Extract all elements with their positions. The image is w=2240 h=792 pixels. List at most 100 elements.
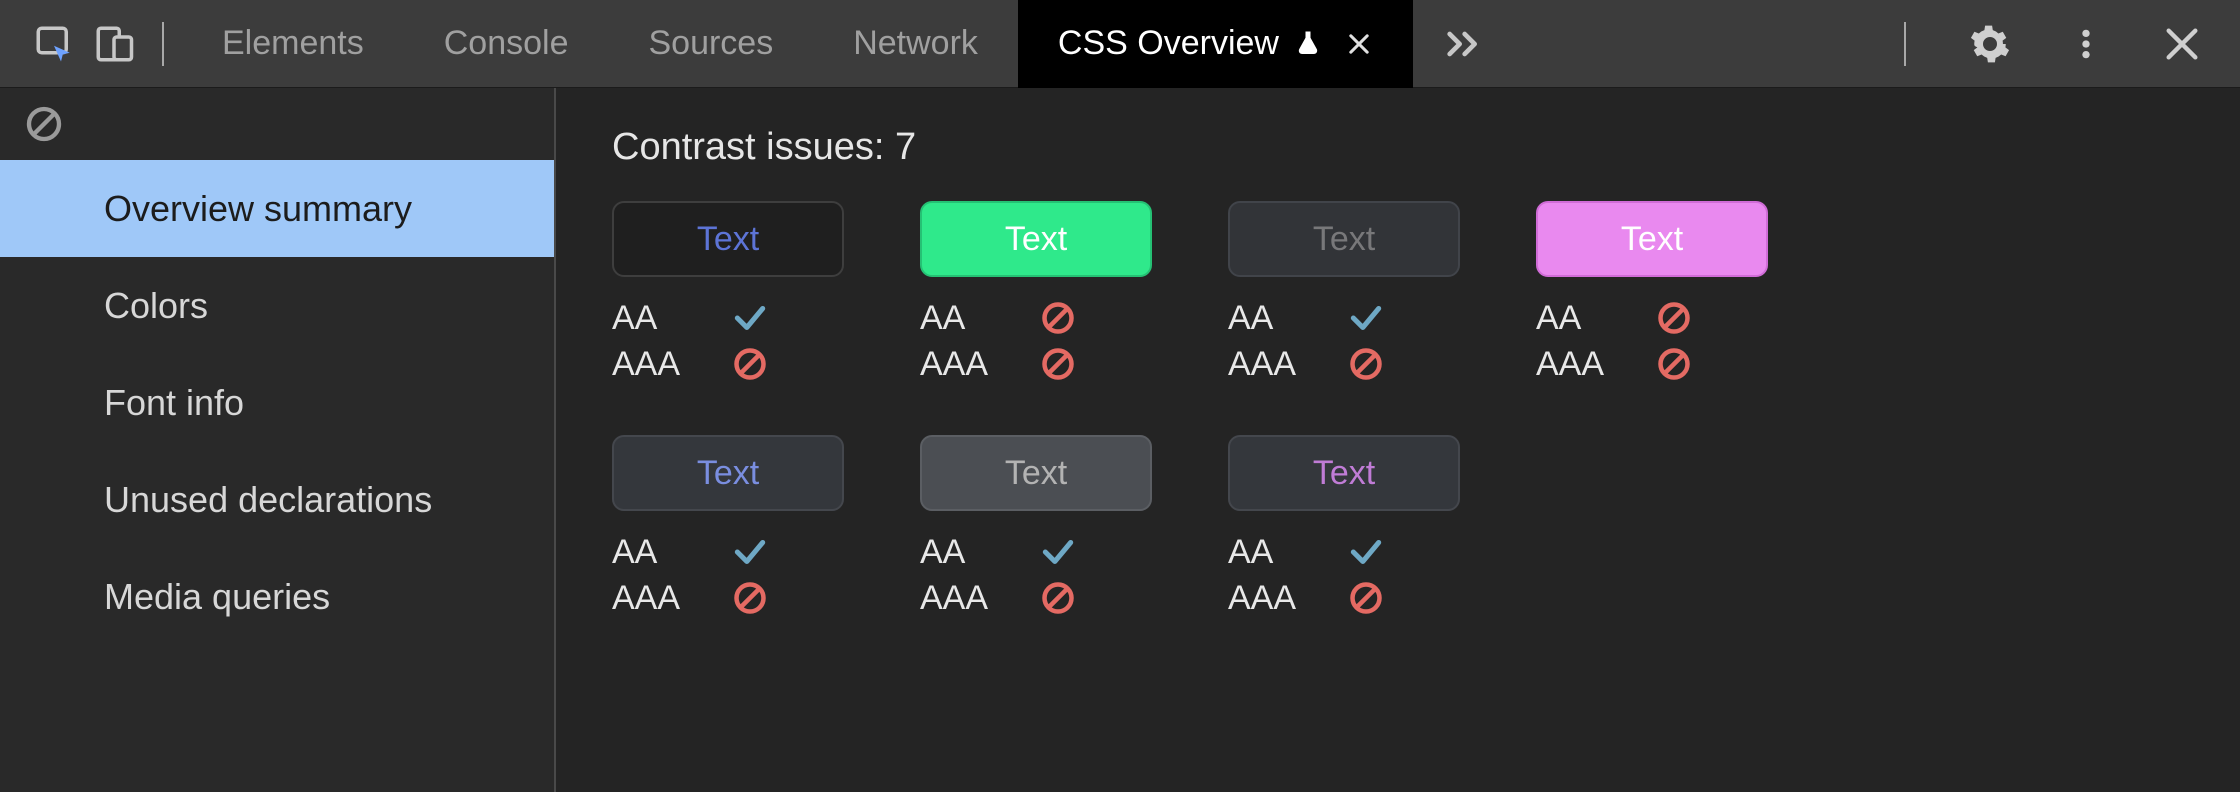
tab-label: Sources	[648, 24, 773, 63]
sidebar-item-media-queries[interactable]: Media queries	[0, 548, 554, 645]
rating-row-aa: AA	[1228, 295, 1476, 341]
ratings: AAAAA	[1228, 295, 1476, 387]
rating-label: AA	[1228, 533, 1316, 572]
rating-row-aaa: AAA	[1536, 341, 1784, 387]
swatch-text: Text	[1005, 454, 1067, 493]
rating-row-aaa: AAA	[1228, 341, 1476, 387]
rating-label: AAA	[1536, 345, 1624, 384]
rating-label: AAA	[920, 345, 1008, 384]
inspect-element-icon[interactable]	[24, 14, 84, 74]
contrast-tile: TextAAAAA	[1228, 435, 1476, 621]
sidebar-item-overview-summary[interactable]: Overview summary	[0, 160, 554, 257]
clear-icon[interactable]	[24, 104, 64, 144]
prohibit-icon	[730, 578, 770, 618]
devtools-tabbar: Elements Console Sources Network CSS Ove…	[0, 0, 2240, 88]
tabbar-divider	[1904, 22, 1906, 66]
rating-label: AAA	[612, 345, 700, 384]
tab-label: Console	[444, 24, 569, 63]
rating-label: AAA	[1228, 579, 1316, 618]
sidebar-item-unused-declarations[interactable]: Unused declarations	[0, 451, 554, 548]
rating-row-aa: AA	[612, 295, 860, 341]
rating-row-aa: AA	[1228, 529, 1476, 575]
rating-row-aa: AA	[1536, 295, 1784, 341]
rating-row-aa: AA	[612, 529, 860, 575]
ratings: AAAAA	[1536, 295, 1784, 387]
prohibit-icon	[1038, 344, 1078, 384]
rating-label: AAA	[612, 579, 700, 618]
contrast-tile: TextAAAAA	[1536, 201, 1784, 387]
sidebar: Overview summary Colors Font info Unused…	[0, 88, 556, 792]
color-swatch[interactable]: Text	[612, 435, 844, 511]
contrast-tile-grid: TextAAAAATextAAAAATextAAAAATextAAAAAText…	[612, 201, 2184, 621]
prohibit-icon	[1038, 578, 1078, 618]
ratings: AAAAA	[920, 529, 1168, 621]
rating-label: AA	[920, 533, 1008, 572]
prohibit-icon	[730, 344, 770, 384]
rating-label: AA	[612, 299, 700, 338]
section-heading: Contrast issues: 7	[612, 126, 2184, 169]
rating-label: AA	[612, 533, 700, 572]
rating-label: AA	[1228, 299, 1316, 338]
swatch-text: Text	[1621, 220, 1683, 259]
rating-row-aaa: AAA	[1228, 575, 1476, 621]
color-swatch[interactable]: Text	[1228, 201, 1460, 277]
color-swatch[interactable]: Text	[612, 201, 844, 277]
rating-row-aa: AA	[920, 529, 1168, 575]
sidebar-item-label: Unused declarations	[104, 479, 432, 521]
sidebar-item-font-info[interactable]: Font info	[0, 354, 554, 451]
check-icon	[1346, 298, 1386, 338]
tab-network[interactable]: Network	[813, 0, 1018, 88]
tab-css-overview[interactable]: CSS Overview	[1018, 0, 1413, 88]
tab-elements[interactable]: Elements	[182, 0, 404, 88]
more-tabs-icon[interactable]	[1433, 14, 1493, 74]
tab-label: Elements	[222, 24, 364, 63]
prohibit-icon	[1654, 298, 1694, 338]
sidebar-item-label: Font info	[104, 382, 244, 424]
flask-icon	[1293, 29, 1323, 59]
prohibit-icon	[1038, 298, 1078, 338]
swatch-text: Text	[1005, 220, 1067, 259]
ratings: AAAAA	[1228, 529, 1476, 621]
rating-label: AA	[1536, 299, 1624, 338]
ratings: AAAAA	[612, 529, 860, 621]
color-swatch[interactable]: Text	[920, 201, 1152, 277]
tab-label: CSS Overview	[1058, 24, 1279, 63]
kebab-menu-icon[interactable]	[2056, 14, 2116, 74]
prohibit-icon	[1346, 578, 1386, 618]
sidebar-header	[0, 88, 554, 160]
contrast-tile: TextAAAAA	[1228, 201, 1476, 387]
swatch-text: Text	[1313, 220, 1375, 259]
settings-gear-icon[interactable]	[1960, 14, 2020, 74]
rating-row-aa: AA	[920, 295, 1168, 341]
color-swatch[interactable]: Text	[1228, 435, 1460, 511]
contrast-tile: TextAAAAA	[612, 435, 860, 621]
close-devtools-icon[interactable]	[2152, 14, 2212, 74]
color-swatch[interactable]: Text	[920, 435, 1152, 511]
check-icon	[1038, 532, 1078, 572]
check-icon	[730, 532, 770, 572]
main-panel: Contrast issues: 7 TextAAAAATextAAAAATex…	[556, 88, 2240, 792]
sidebar-item-colors[interactable]: Colors	[0, 257, 554, 354]
prohibit-icon	[1654, 344, 1694, 384]
prohibit-icon	[1346, 344, 1386, 384]
rating-row-aaa: AAA	[920, 341, 1168, 387]
contrast-tile: TextAAAAA	[920, 201, 1168, 387]
ratings: AAAAA	[920, 295, 1168, 387]
rating-row-aaa: AAA	[920, 575, 1168, 621]
rating-label: AAA	[920, 579, 1008, 618]
tab-console[interactable]: Console	[404, 0, 609, 88]
device-toolbar-icon[interactable]	[84, 14, 144, 74]
tab-sources[interactable]: Sources	[608, 0, 813, 88]
contrast-tile: TextAAAAA	[612, 201, 860, 387]
rating-label: AA	[920, 299, 1008, 338]
ratings: AAAAA	[612, 295, 860, 387]
check-icon	[1346, 532, 1386, 572]
check-icon	[730, 298, 770, 338]
tab-label: Network	[853, 24, 978, 63]
rating-label: AAA	[1228, 345, 1316, 384]
close-tab-icon[interactable]	[1345, 30, 1373, 58]
rating-row-aaa: AAA	[612, 575, 860, 621]
swatch-text: Text	[1313, 454, 1375, 493]
contrast-tile: TextAAAAA	[920, 435, 1168, 621]
color-swatch[interactable]: Text	[1536, 201, 1768, 277]
